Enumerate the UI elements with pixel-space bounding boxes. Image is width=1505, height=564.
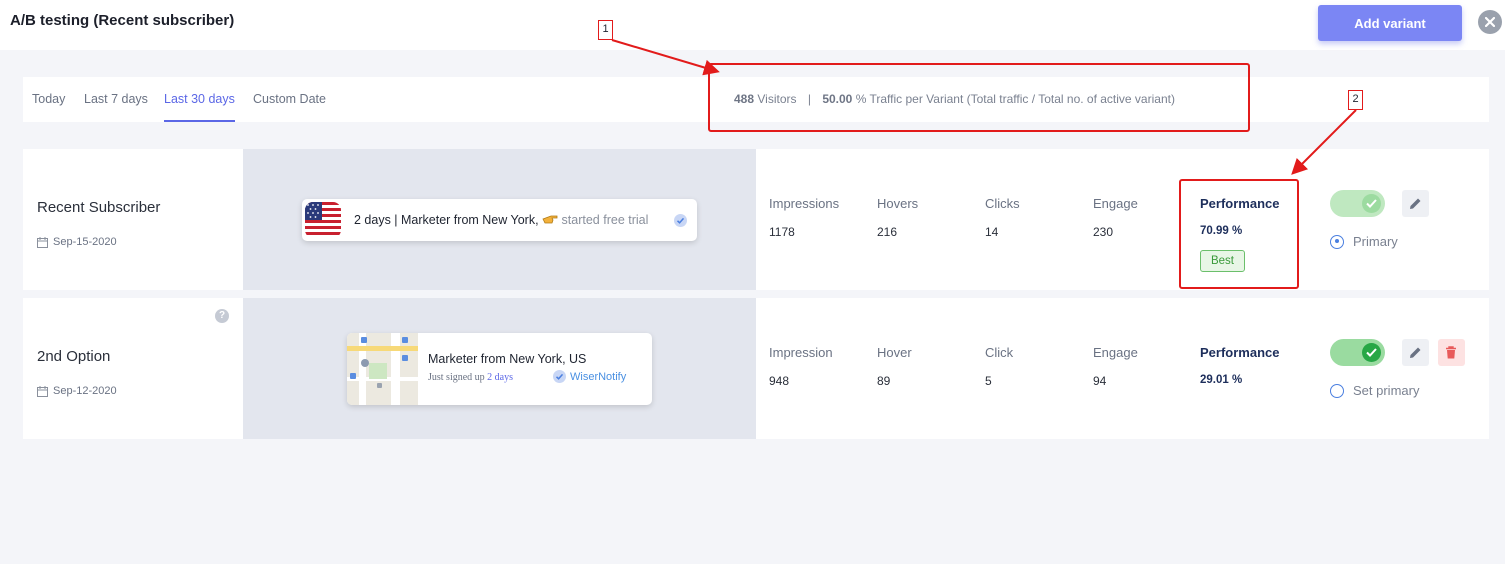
annotation-arrow [611,39,720,76]
annotation-arrow [1291,109,1357,175]
annotation-arrows [611,39,1357,175]
